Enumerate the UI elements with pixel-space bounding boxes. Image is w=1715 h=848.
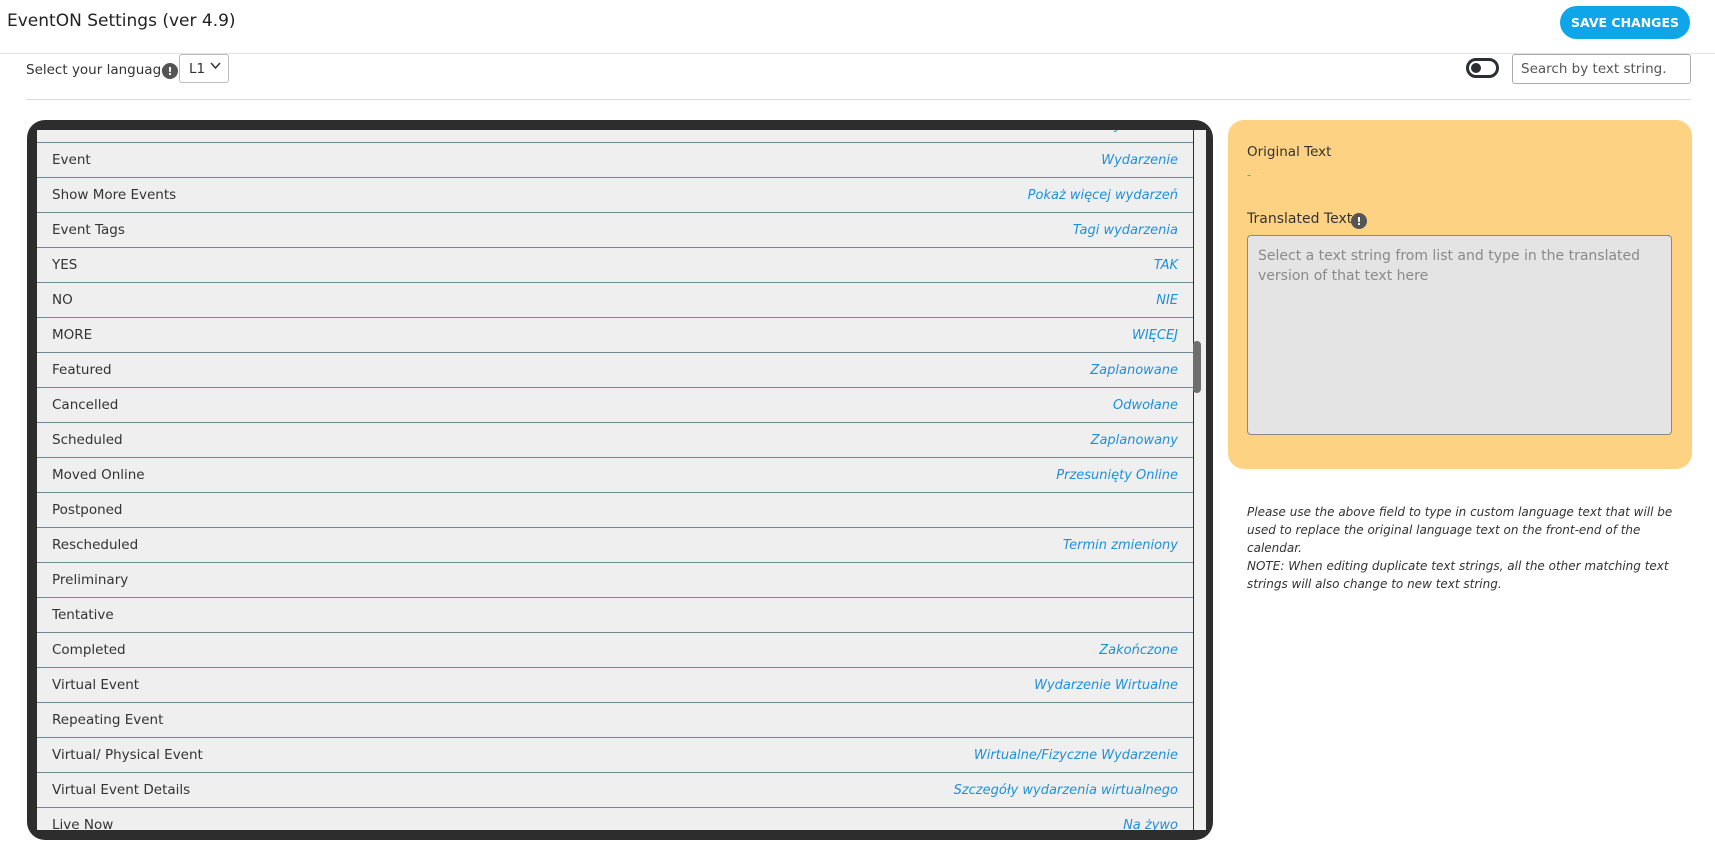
language-label: Select your language bbox=[26, 62, 170, 78]
text-string-list-frame: Events Wydarzenia Event Wydarzenie Show More… bbox=[27, 120, 1213, 840]
toggle-knob bbox=[1471, 63, 1481, 73]
original-text-label: Original Text bbox=[1247, 144, 1332, 160]
text-string-row[interactable]: Cancelled Odwołane bbox=[37, 388, 1193, 423]
text-string-row[interactable]: Virtual Event Wydarzenie Wirtualne bbox=[37, 668, 1193, 703]
original-string: Moved Online bbox=[52, 467, 145, 483]
original-string: NO bbox=[52, 292, 73, 308]
translated-string: Odwołane bbox=[1112, 397, 1178, 413]
original-string: YES bbox=[52, 257, 78, 273]
original-string: Repeating Event bbox=[52, 712, 164, 728]
original-string: Virtual Event Details bbox=[52, 782, 191, 798]
original-string: Virtual/ Physical Event bbox=[52, 747, 203, 763]
text-string-row[interactable]: Tentative bbox=[37, 598, 1193, 633]
text-string-row[interactable]: Moved Online Przesunięty Online bbox=[37, 458, 1193, 493]
language-select[interactable]: L1 bbox=[179, 54, 229, 83]
translated-string: Termin zmieniony bbox=[1062, 537, 1178, 553]
original-text-value: - bbox=[1247, 168, 1252, 182]
chevron-down-icon bbox=[210, 60, 221, 74]
info-icon[interactable]: ! bbox=[162, 63, 178, 79]
original-string: Live Now bbox=[52, 817, 114, 830]
original-string: Featured bbox=[52, 362, 112, 378]
text-string-rows: Events Wydarzenia Event Wydarzenie Show More… bbox=[37, 130, 1193, 830]
translated-string: Wydarzenia bbox=[1101, 130, 1178, 133]
top-bar: EventON Settings (ver 4.9) SAVE CHANGES bbox=[0, 0, 1715, 54]
text-string-row[interactable]: Event Tags Tagi wydarzenia bbox=[37, 213, 1193, 248]
text-string-row[interactable]: YES TAK bbox=[37, 248, 1193, 283]
page-title: EventON Settings (ver 4.9) bbox=[7, 11, 236, 31]
text-string-list[interactable]: Events Wydarzenia Event Wydarzenie Show More… bbox=[37, 130, 1193, 830]
original-string: Event bbox=[52, 152, 91, 168]
toggle-switch[interactable] bbox=[1466, 58, 1499, 78]
language-selected-value: L1 bbox=[189, 60, 206, 77]
text-string-row[interactable]: Show More Events Pokaż więcej wydarzeń bbox=[37, 178, 1193, 213]
text-string-row[interactable]: NO NIE bbox=[37, 283, 1193, 318]
help-text-note: NOTE: When editing duplicate text string… bbox=[1247, 559, 1669, 591]
original-string: Scheduled bbox=[52, 432, 123, 448]
translated-string: Wydarzenie bbox=[1101, 152, 1178, 168]
original-string: Tentative bbox=[52, 607, 114, 623]
translated-string: Na żywo bbox=[1123, 817, 1178, 831]
text-string-row[interactable]: Scheduled Zaplanowany bbox=[37, 423, 1193, 458]
translated-string: Tagi wydarzenia bbox=[1072, 222, 1178, 238]
original-string: Virtual Event bbox=[52, 677, 140, 693]
scrollbar-thumb[interactable] bbox=[1193, 341, 1201, 393]
original-string: Show More Events bbox=[52, 187, 177, 203]
text-string-row[interactable]: Postponed bbox=[37, 493, 1193, 528]
help-text-line: Please use the above field to type in cu… bbox=[1247, 505, 1673, 555]
text-string-row[interactable]: Virtual Event Details Szczegóły wydarzeni… bbox=[37, 773, 1193, 808]
translated-string: Szczegóły wydarzenia wirtualnego bbox=[953, 782, 1178, 798]
original-string: Event Tags bbox=[52, 222, 125, 238]
text-string-row[interactable]: Featured Zaplanowane bbox=[37, 353, 1193, 388]
translated-text-field[interactable] bbox=[1247, 235, 1672, 435]
translated-string: NIE bbox=[1156, 292, 1178, 308]
original-string: Rescheduled bbox=[52, 537, 139, 553]
text-string-row[interactable]: Repeating Event bbox=[37, 703, 1193, 738]
translated-string: Przesunięty Online bbox=[1056, 467, 1178, 483]
search-input[interactable] bbox=[1512, 54, 1691, 84]
original-string: Cancelled bbox=[52, 397, 119, 413]
scrollbar-track[interactable] bbox=[1194, 130, 1206, 830]
translated-string: TAK bbox=[1153, 257, 1178, 273]
translated-string: Zaplanowane bbox=[1090, 362, 1178, 378]
translated-string: Zaplanowany bbox=[1090, 432, 1178, 448]
text-string-row[interactable]: Rescheduled Termin zmieniony bbox=[37, 528, 1193, 563]
text-string-row[interactable]: MORE WIĘCEJ bbox=[37, 318, 1193, 353]
original-string: Completed bbox=[52, 642, 126, 658]
text-string-row[interactable]: Live Now Na żywo bbox=[37, 808, 1193, 830]
translated-string: Zakończone bbox=[1099, 642, 1178, 658]
text-string-row[interactable]: Preliminary bbox=[37, 563, 1193, 598]
translated-string: Wirtualne/Fizyczne Wydarzenie bbox=[973, 747, 1178, 763]
original-string: Preliminary bbox=[52, 572, 129, 588]
text-string-row[interactable]: Events Wydarzenia bbox=[37, 130, 1193, 143]
original-string: Postponed bbox=[52, 502, 123, 518]
original-string: MORE bbox=[52, 327, 93, 343]
text-string-row[interactable]: Virtual/ Physical Event Wirtualne/Fizyczn… bbox=[37, 738, 1193, 773]
language-bar: Select your language ! L1 bbox=[26, 54, 1691, 100]
original-string: Events bbox=[52, 130, 98, 133]
text-string-row[interactable]: Completed Zakończone bbox=[37, 633, 1193, 668]
translation-editor-panel: Original Text - Translated Text ! bbox=[1228, 120, 1692, 469]
text-string-row[interactable]: Event Wydarzenie bbox=[37, 143, 1193, 178]
translated-string: Pokaż więcej wydarzeń bbox=[1027, 187, 1178, 203]
save-changes-button[interactable]: SAVE CHANGES bbox=[1560, 6, 1690, 39]
translated-text-label: Translated Text bbox=[1247, 211, 1353, 227]
translated-string: WIĘCEJ bbox=[1131, 327, 1178, 343]
info-icon[interactable]: ! bbox=[1351, 213, 1367, 229]
help-text: Please use the above field to type in cu… bbox=[1247, 503, 1687, 593]
translated-string: Wydarzenie Wirtualne bbox=[1034, 677, 1178, 693]
